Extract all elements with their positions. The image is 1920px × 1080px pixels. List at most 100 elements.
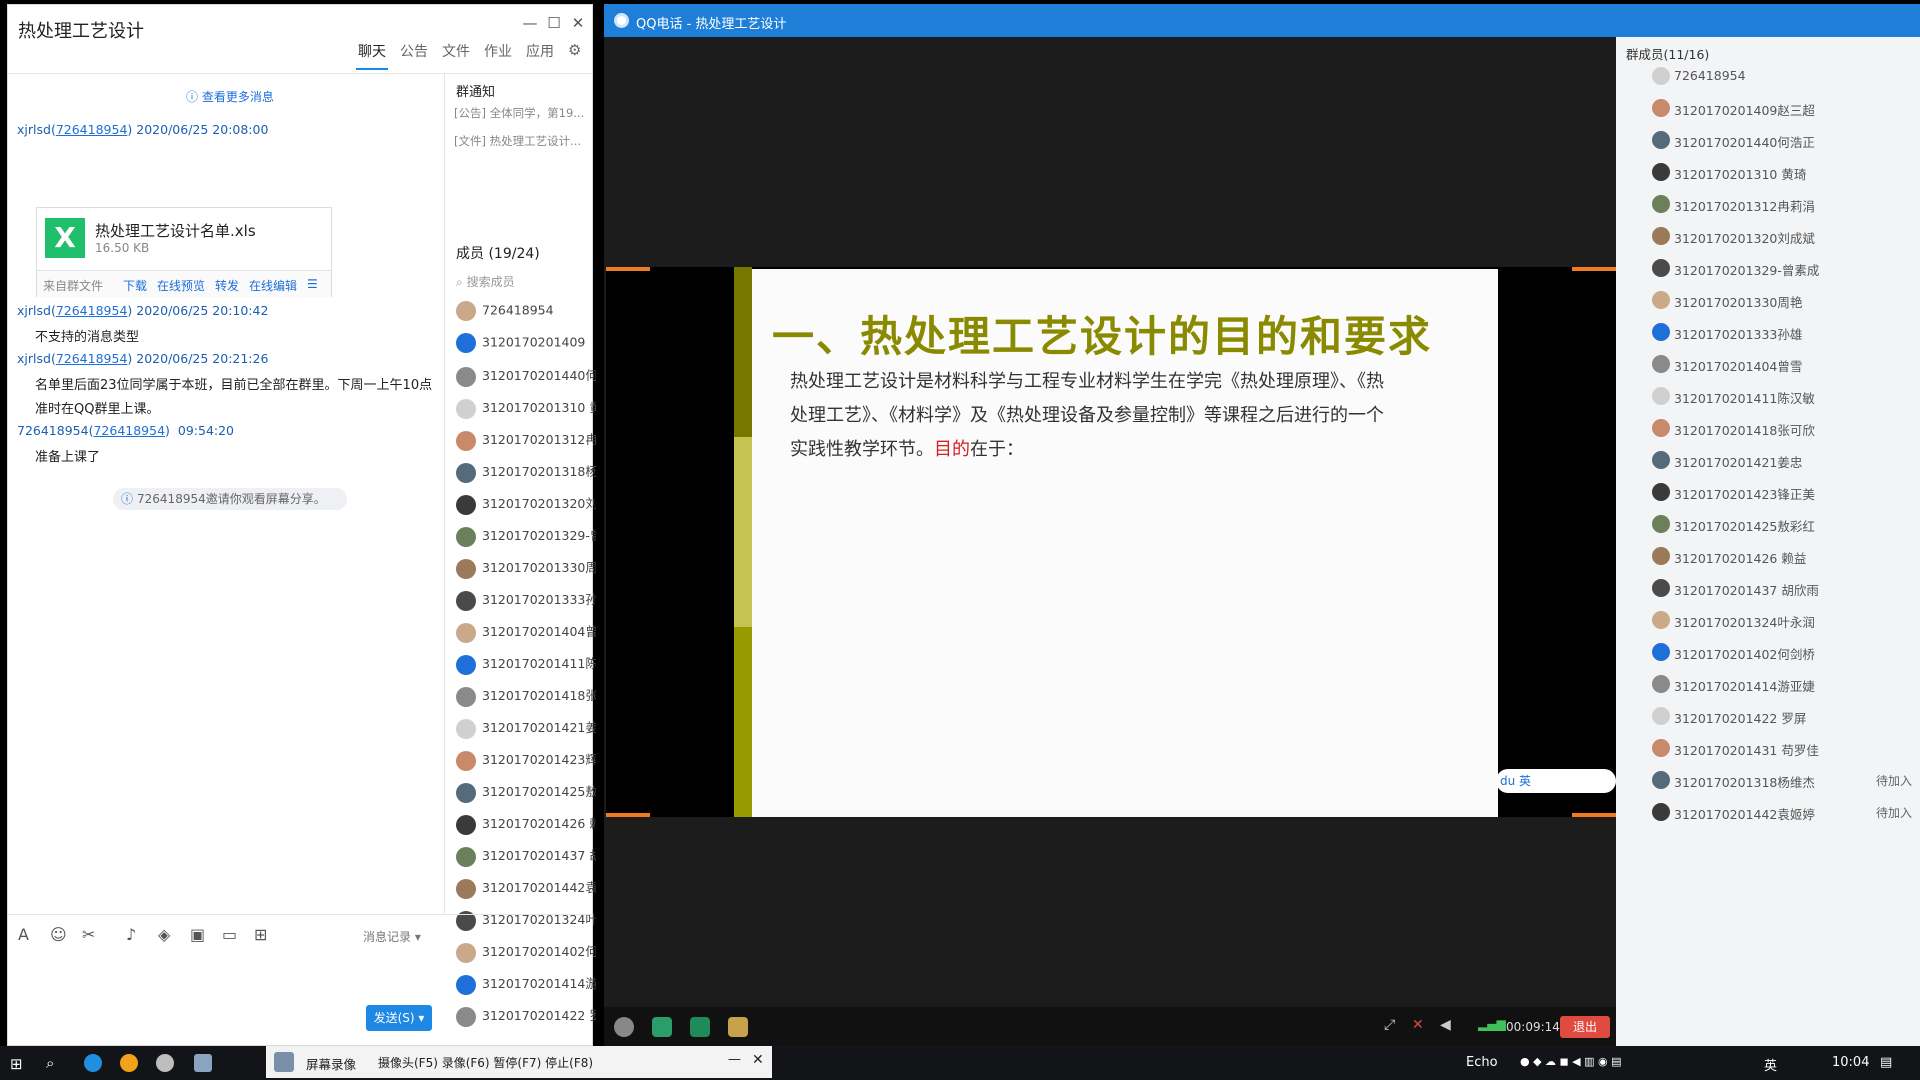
screen-share-view[interactable]: 一、热处理工艺设计的目的和要求 热处理工艺设计是材料科学与工程专业材料学生在学完… [606,267,1616,817]
fullscreen-icon[interactable]: ⤢ [1384,1017,1404,1037]
ime-language[interactable]: 英 [1764,1055,1777,1074]
whiteboard-icon[interactable] [690,1017,710,1037]
forward-link[interactable]: 转发 [215,277,239,294]
roster-item[interactable]: 3120170201318杨维杰 待加入 [1626,769,1916,795]
roster-item[interactable]: 3120170201423锋正美 [1626,481,1916,507]
share-screen-icon[interactable] [652,1017,672,1037]
member-item[interactable]: 726418954 [456,301,596,325]
roster-item[interactable]: 3120170201426 赖益 [1626,545,1916,571]
image-icon[interactable]: ▣ [190,925,205,944]
member-search-input[interactable]: ⌕ 搜索成员 [456,273,515,290]
download-link[interactable]: 下载 [123,277,147,294]
roster-item[interactable]: 3120170201442袁姬婷 待加入 [1626,801,1916,827]
exit-button[interactable]: 退出 [1560,1016,1610,1038]
speaker-icon[interactable]: ◀ [1440,1017,1460,1037]
member-item[interactable]: 3120170201414游 [456,973,596,997]
member-item[interactable]: 3120170201333孙 [456,589,596,613]
member-item[interactable]: 3120170201318杨 [456,461,596,485]
apps-icon[interactable]: ⊞ [254,925,267,944]
notice-item[interactable]: [公告] 全体同学，第19... [454,105,594,121]
mic-muted-icon[interactable]: ✕ [1412,1017,1432,1037]
pen-icon[interactable] [728,1017,748,1037]
member-item[interactable]: 3120170201402何 [456,941,596,965]
settings-gear-icon[interactable]: ⚙ [568,41,581,59]
sender-id-link[interactable]: 726418954 [56,303,128,318]
close-button[interactable]: ✕ [568,13,588,33]
view-more-link[interactable]: ⓘ 查看更多消息 [186,88,274,105]
member-item[interactable]: 3120170201404曾 [456,621,596,645]
echo-label[interactable]: Echo [1466,1055,1498,1070]
roster-item[interactable]: 3120170201411陈汉敏 [1626,385,1916,411]
edit-online-link[interactable]: 在线编辑 [249,277,297,294]
member-item[interactable]: 3120170201310 黄 [456,397,596,421]
roster-item[interactable]: 3120170201330周艳 [1626,289,1916,315]
roster-item[interactable]: 3120170201422 罗屏 [1626,705,1916,731]
maximize-button[interactable]: ☐ [544,13,564,33]
roster-item[interactable]: 3120170201409赵三超 [1626,97,1916,123]
message-history-button[interactable]: 消息记录 ▾ [363,928,421,945]
member-item[interactable]: 3120170201329-曾 [456,525,596,549]
minimize-button[interactable]: — [728,1052,741,1067]
roster-item[interactable]: 3120170201402何剑桥 [1626,641,1916,667]
roster-item[interactable]: 3120170201440何浩正 [1626,129,1916,155]
tab-notice[interactable]: 公告 [400,41,428,61]
send-button[interactable]: 发送(S) ▾ [366,1005,432,1031]
roster-item[interactable]: 3120170201320刘成斌 [1626,225,1916,251]
tab-apps[interactable]: 应用 [526,41,554,61]
roster-item[interactable]: 3120170201404曾雪 [1626,353,1916,379]
member-item[interactable]: 3120170201418张 [456,685,596,709]
member-item[interactable]: 3120170201440何 [456,365,596,389]
member-item[interactable]: 3120170201422 罗 [456,1005,596,1029]
member-item[interactable]: 3120170201437 胡 [456,845,596,869]
sender-id-link[interactable]: 726418954 [93,423,165,438]
sender-id-link[interactable]: 726418954 [56,122,128,137]
roster-item[interactable]: 3120170201310 黄琦 [1626,161,1916,187]
roster-item[interactable]: 3120170201425敖彩红 [1626,513,1916,539]
minimize-button[interactable]: — [520,13,540,33]
folder-icon[interactable]: ▭ [222,925,237,944]
shield-icon[interactable]: ◈ [158,925,170,944]
close-button[interactable]: ✕ [752,1052,764,1068]
roster-item[interactable]: 3120170201431 苟罗佳 [1626,737,1916,763]
member-item[interactable]: 3120170201409 [456,333,596,357]
preview-link[interactable]: 在线预览 [157,277,205,294]
roster-item[interactable]: 3120170201324叶永润 [1626,609,1916,635]
clock[interactable]: 10:04 [1832,1055,1869,1070]
notice-item[interactable]: [文件] 热处理工艺设计... [454,133,594,149]
tab-homework[interactable]: 作业 [484,41,512,61]
member-item[interactable]: 3120170201320刘 [456,493,596,517]
tray-icons[interactable]: ● ◆ ☁ ◼ ◀ ▥ ◉ ▤ [1520,1055,1622,1068]
sender-id-link[interactable]: 726418954 [56,351,128,366]
recorder-taskbar-icon[interactable] [194,1054,212,1072]
more-menu-icon[interactable]: ☰ [307,277,318,291]
screen-share-invite[interactable]: ⓘ 726418954邀请你观看屏幕分享。 [113,488,347,510]
roster-item[interactable]: 3120170201333孙雄 [1626,321,1916,347]
member-item[interactable]: 3120170201411陈 [456,653,596,677]
file-card[interactable]: X 热处理工艺设计名单.xls 16.50 KB 来自群文件 下载 在线预览 转… [36,207,332,297]
roster-item[interactable]: 3120170201312冉莉涓 [1626,193,1916,219]
member-item[interactable]: 3120170201324叶 [456,909,596,933]
roster-item[interactable]: 3120170201418张可欣 [1626,417,1916,443]
search-icon[interactable]: ⌕ [46,1054,54,1072]
qq-taskbar-icon[interactable] [156,1054,174,1072]
roster-item[interactable]: 3120170201437 胡欣雨 [1626,577,1916,603]
chrome-icon[interactable] [120,1054,138,1072]
ime-toolbar[interactable]: du 英 [1496,769,1616,793]
roster-item[interactable]: 726418954 [1626,65,1916,91]
member-item[interactable]: 3120170201425敖 [456,781,596,805]
member-item[interactable]: 3120170201423辉 [456,749,596,773]
member-item[interactable]: 3120170201330周 [456,557,596,581]
scissors-icon[interactable]: ✂ [82,925,95,944]
notification-icon[interactable]: ▤ [1880,1055,1892,1070]
member-item[interactable]: 3120170201312冉 [456,429,596,453]
edge-icon[interactable] [84,1054,102,1072]
camera-icon[interactable] [614,1017,634,1037]
member-item[interactable]: 3120170201426 赖 [456,813,596,837]
emoji-icon[interactable]: ☺ [50,925,67,944]
tab-files[interactable]: 文件 [442,41,470,61]
windows-start-icon[interactable]: ⊞ [10,1055,23,1073]
member-item[interactable]: 3120170201421姜 [456,717,596,741]
tab-chat[interactable]: 聊天 [358,41,386,61]
font-icon[interactable]: A [18,925,29,944]
member-item[interactable]: 3120170201442袁 [456,877,596,901]
